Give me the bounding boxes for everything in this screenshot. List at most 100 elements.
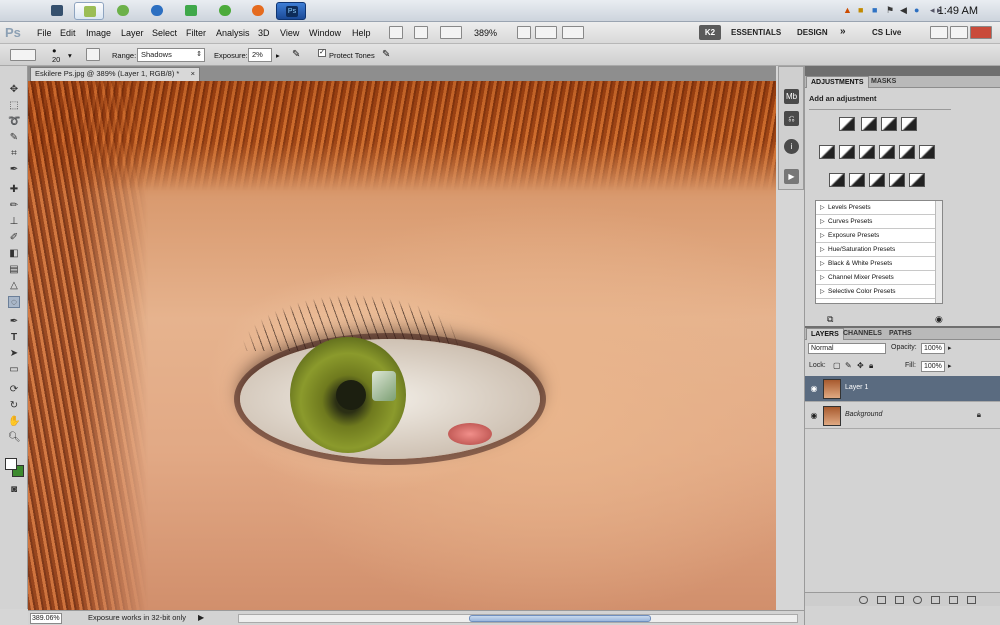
selective-color-icon[interactable] bbox=[909, 173, 925, 187]
menu-view[interactable]: View bbox=[280, 28, 299, 38]
3d-orbit-tool-icon[interactable]: ↻ bbox=[8, 400, 20, 412]
menu-edit[interactable]: Edit bbox=[60, 28, 76, 38]
new-adjustment-layer-icon[interactable] bbox=[913, 596, 922, 604]
clip-to-layer-icon[interactable]: ⧉ bbox=[827, 314, 833, 325]
horizontal-scrollbar[interactable] bbox=[238, 614, 798, 623]
menu-window[interactable]: Window bbox=[309, 28, 341, 38]
healing-brush-tool-icon[interactable]: ✚ bbox=[8, 184, 20, 196]
workspace-more-icon[interactable]: » bbox=[840, 26, 846, 37]
hand-tool-icon[interactable] bbox=[517, 26, 531, 39]
link-layers-icon[interactable] bbox=[859, 596, 868, 604]
arrange-documents-icon[interactable] bbox=[535, 26, 557, 39]
range-select[interactable]: Shadows ⇕ bbox=[137, 48, 205, 62]
layer-mask-icon[interactable] bbox=[895, 596, 904, 604]
view-previous-state-icon[interactable]: ◉ bbox=[935, 314, 943, 325]
menu-3d[interactable]: 3D bbox=[258, 28, 270, 38]
tab-paths[interactable]: PATHS bbox=[885, 328, 916, 340]
crop-tool-icon[interactable]: ⌗ bbox=[8, 148, 20, 160]
taskbar-chat-button[interactable] bbox=[210, 2, 240, 20]
lock-image-icon[interactable]: ✎ bbox=[845, 361, 852, 370]
close-button[interactable] bbox=[970, 26, 992, 39]
tray-network-icon[interactable]: ■ bbox=[872, 5, 877, 15]
history-panel-icon[interactable]: ⎌ bbox=[784, 111, 799, 126]
menu-image[interactable]: Image bbox=[86, 28, 111, 38]
lasso-tool-icon[interactable]: ➰ bbox=[8, 116, 20, 128]
taskbar-firefox-button[interactable] bbox=[243, 2, 273, 20]
eraser-tool-icon[interactable]: ◧ bbox=[8, 248, 20, 260]
vibrance-icon[interactable] bbox=[819, 145, 835, 159]
quick-selection-tool-icon[interactable]: ✎ bbox=[8, 132, 20, 144]
channel-mixer-icon[interactable] bbox=[919, 145, 935, 159]
zoom-level-select[interactable]: 389% bbox=[474, 28, 497, 38]
tray-volume-icon[interactable]: ◀ bbox=[900, 5, 907, 16]
taskbar-paint-button[interactable] bbox=[108, 2, 138, 20]
brush-picker-arrow-icon[interactable]: ▾ bbox=[68, 51, 72, 60]
tab-masks[interactable]: MASKS bbox=[867, 76, 900, 88]
preset-hue-saturation[interactable]: ▷ Hue/Saturation Presets bbox=[816, 243, 936, 257]
eyedropper-tool-icon[interactable]: ✒ bbox=[8, 164, 20, 176]
preset-black-white[interactable]: ▷ Black & White Presets bbox=[816, 257, 936, 271]
brightness-contrast-icon[interactable] bbox=[839, 117, 855, 131]
zoom-tool-icon[interactable]: 🔍︎ bbox=[8, 432, 21, 444]
screen-mode-icon[interactable] bbox=[562, 26, 584, 39]
menu-filter[interactable]: Filter bbox=[186, 28, 206, 38]
levels-icon[interactable] bbox=[861, 117, 877, 131]
protect-tones-checkbox[interactable]: ✓ bbox=[318, 49, 326, 57]
preset-levels[interactable]: ▷ Levels Presets bbox=[816, 201, 936, 215]
layer-visibility-eye-icon[interactable]: ◉ bbox=[809, 384, 819, 393]
document-tab[interactable]: Eskilere Ps.jpg @ 389% (Layer 1, RGB/8) … bbox=[30, 67, 200, 81]
mini-bridge-panel-icon[interactable]: Mb bbox=[784, 89, 799, 104]
taskbar-explorer-button[interactable] bbox=[42, 2, 72, 20]
fill-input[interactable]: 100% bbox=[921, 361, 945, 372]
move-tool-icon[interactable]: ✥ bbox=[8, 84, 20, 96]
preset-selective-color[interactable]: ▷ Selective Color Presets bbox=[816, 285, 936, 299]
menu-file[interactable]: File bbox=[37, 28, 52, 38]
type-tool-icon[interactable]: T bbox=[8, 332, 20, 344]
menu-layer[interactable]: Layer bbox=[121, 28, 144, 38]
document-canvas[interactable] bbox=[28, 81, 776, 610]
exposure-slider-arrow-icon[interactable]: ▸ bbox=[276, 51, 280, 60]
taskbar-browser-button[interactable] bbox=[142, 2, 172, 20]
brush-tool-icon[interactable]: ✏ bbox=[8, 200, 20, 212]
menu-help[interactable]: Help bbox=[352, 28, 371, 38]
invert-icon[interactable] bbox=[829, 173, 845, 187]
workspace-essentials[interactable]: ESSENTIALS bbox=[731, 28, 781, 37]
dodge-tool-icon[interactable]: ◌ bbox=[8, 296, 20, 308]
exposure-icon[interactable] bbox=[901, 117, 917, 131]
opacity-input[interactable]: 100% bbox=[921, 343, 945, 354]
view-extras-icon[interactable] bbox=[440, 26, 462, 39]
hue-saturation-icon[interactable] bbox=[839, 145, 855, 159]
navigator-panel-icon[interactable]: ▶ bbox=[784, 169, 799, 184]
status-menu-arrow-icon[interactable]: ▶ bbox=[198, 613, 204, 622]
tab-channels[interactable]: CHANNELS bbox=[839, 328, 886, 340]
minimize-button[interactable] bbox=[930, 26, 948, 39]
layer-name[interactable]: Layer 1 bbox=[845, 384, 868, 391]
gradient-map-icon[interactable] bbox=[889, 173, 905, 187]
photo-filter-icon[interactable] bbox=[899, 145, 915, 159]
layer-visibility-eye-icon[interactable]: ◉ bbox=[809, 411, 819, 420]
fill-slider-arrow-icon[interactable]: ▸ bbox=[948, 362, 952, 370]
layer-row-background[interactable]: ◉ Background 🔒︎ bbox=[805, 403, 1000, 429]
3d-rotate-tool-icon[interactable]: ⟳ bbox=[8, 384, 20, 396]
layer-row-layer-1[interactable]: ◉ Layer 1 bbox=[805, 376, 1000, 402]
airbrush-icon[interactable]: ✎ bbox=[292, 49, 300, 60]
tray-bluetooth-icon[interactable]: ● bbox=[914, 5, 919, 15]
black-white-icon[interactable] bbox=[879, 145, 895, 159]
color-balance-icon[interactable] bbox=[859, 145, 875, 159]
taskbar-folder-button[interactable] bbox=[176, 2, 206, 20]
presets-scrollbar[interactable] bbox=[935, 201, 942, 303]
gradient-tool-icon[interactable]: ▤ bbox=[8, 264, 20, 276]
brush-panel-toggle-icon[interactable] bbox=[86, 48, 100, 61]
workspace-badge[interactable]: K2 bbox=[699, 25, 721, 40]
tray-lock-icon[interactable]: ■ bbox=[858, 5, 863, 15]
posterize-icon[interactable] bbox=[849, 173, 865, 187]
preset-channel-mixer[interactable]: ▷ Channel Mixer Presets bbox=[816, 271, 936, 285]
workspace-design[interactable]: DESIGN bbox=[797, 28, 828, 37]
taskbar-photoshop-button[interactable]: Ps bbox=[276, 2, 306, 20]
close-document-icon[interactable]: × bbox=[191, 68, 195, 80]
clock[interactable]: 1:49 AM bbox=[938, 5, 978, 17]
menu-analysis[interactable]: Analysis bbox=[216, 28, 250, 38]
layer-name[interactable]: Background bbox=[845, 411, 882, 418]
panel-dock-header[interactable] bbox=[805, 66, 1000, 76]
taskbar-notepad-button[interactable] bbox=[74, 2, 104, 20]
